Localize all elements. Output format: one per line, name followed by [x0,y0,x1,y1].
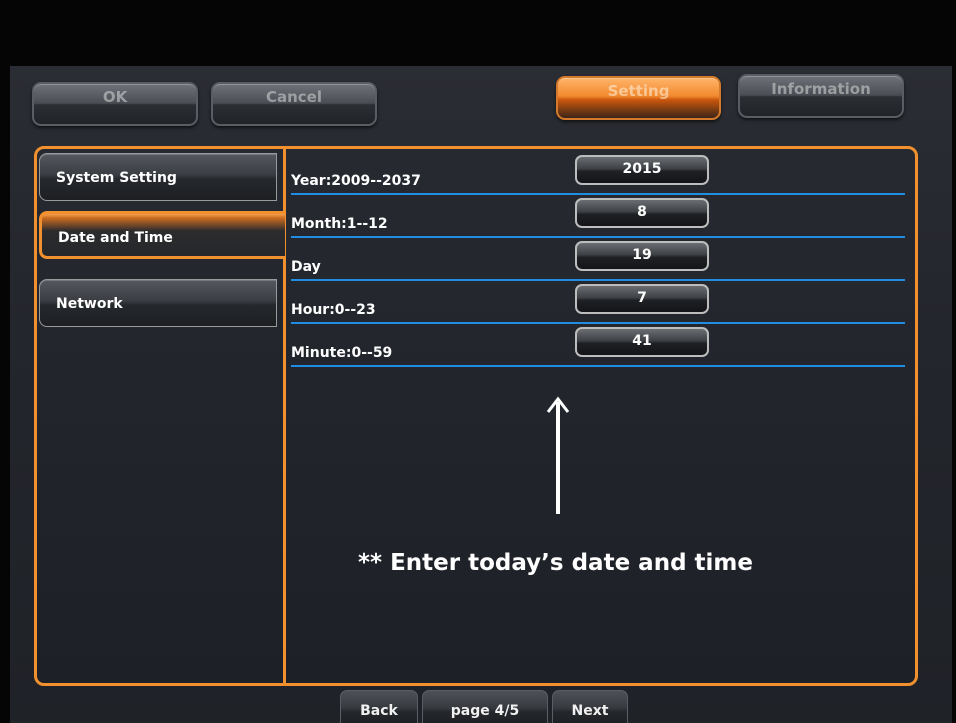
cancel-button-label: Cancel [265,88,322,106]
up-arrow-icon [546,396,570,514]
device-screen: OK Cancel Setting Information System Set… [10,66,952,723]
field-value-year[interactable]: 2015 [575,155,709,185]
information-tab-label: Information [771,80,871,98]
page-indicator: page 4/5 [422,690,548,723]
field-value-day[interactable]: 19 [575,241,709,271]
field-row-minute: Minute:0--59 41 [285,323,905,367]
settings-panel: System Setting Date and Time Network Yea… [34,146,918,686]
monitor-frame: OK Cancel Setting Information System Set… [0,0,956,723]
field-label-year: Year:2009--2037 [291,173,421,189]
field-row-hour: Hour:0--23 7 [285,280,905,324]
setting-tab-label: Setting [607,82,670,100]
field-value-month[interactable]: 8 [575,198,709,228]
sidebar-item-label: Network [56,296,123,312]
sidebar-item-system-setting[interactable]: System Setting [39,153,277,201]
back-button[interactable]: Back [340,690,418,723]
sidebar-item-date-and-time[interactable]: Date and Time [39,211,285,259]
next-button[interactable]: Next [552,690,628,723]
setting-tab[interactable]: Setting [556,76,721,120]
sidebar-item-label: System Setting [56,170,177,186]
field-label-minute: Minute:0--59 [291,345,393,361]
cancel-button[interactable]: Cancel [211,82,377,126]
field-row-day: Day 19 [285,237,905,281]
ok-button-label: OK [102,88,128,106]
field-row-year: Year:2009--2037 2015 [285,151,905,195]
field-row-month: Month:1--12 8 [285,194,905,238]
row-divider [291,365,905,367]
field-label-hour: Hour:0--23 [291,302,376,318]
sidebar-item-label: Date and Time [58,230,173,246]
annotation-text: ** Enter today’s date and time [358,550,753,576]
information-tab[interactable]: Information [738,74,904,118]
field-value-hour[interactable]: 7 [575,284,709,314]
field-label-month: Month:1--12 [291,216,388,232]
field-value-minute[interactable]: 41 [575,327,709,357]
sidebar-item-network[interactable]: Network [39,279,277,327]
ok-button[interactable]: OK [32,82,198,126]
field-label-day: Day [291,259,321,275]
